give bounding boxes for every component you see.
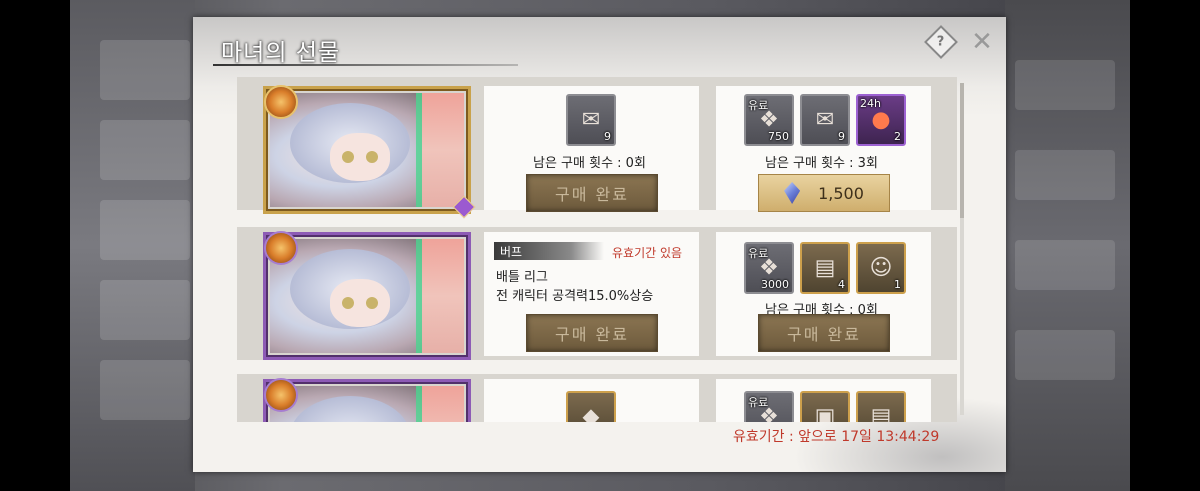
stone-icon: ◆: [582, 404, 600, 423]
reward-item[interactable]: ▣: [800, 391, 850, 422]
scrollbar-thumb[interactable]: [960, 83, 964, 218]
reward-item[interactable]: ❖ 유료: [744, 391, 794, 422]
book-icon: ▤: [870, 404, 892, 423]
mail-icon: ✉: [815, 107, 835, 133]
orb-icon: ●: [871, 107, 891, 133]
close-button[interactable]: ✕: [969, 29, 995, 55]
reward-item[interactable]: ▤: [856, 391, 906, 422]
character-portrait: [263, 85, 476, 219]
offer-row: 버프 유효기간 있음 배틀 리그 전 캐릭터 공격력15.0%상승 구매 완료 …: [237, 227, 957, 360]
validity-label: 유효기간 있음: [612, 246, 683, 260]
offer-card: 버프 유효기간 있음 배틀 리그 전 캐릭터 공격력15.0%상승 구매 완료: [484, 232, 699, 356]
background-right-menu: [1005, 0, 1130, 491]
offer-card: ✉ 9 남은 구매 횟수 : 0회 구매 완료: [484, 86, 699, 212]
list-scrollbar[interactable]: [960, 83, 964, 415]
purchase-complete-button[interactable]: 구매 완료: [526, 174, 658, 212]
offer-list[interactable]: ✉ 9 남은 구매 횟수 : 0회 구매 완료 ❖ 유료 750 ✉ 9 ● 2…: [237, 77, 957, 422]
reward-item[interactable]: ✉ 9: [566, 94, 616, 146]
offer-card: ❖ 유료 750 ✉ 9 ● 24h 2 남은 구매 횟수 : 3회 1,500: [716, 86, 931, 212]
crystal-currency-icon: [784, 182, 801, 204]
reward-item[interactable]: ◆: [566, 391, 616, 422]
medal-icon: [264, 378, 298, 412]
character-portrait: [263, 378, 471, 422]
title-underline: [213, 64, 518, 66]
mail-icon: ✉: [581, 107, 601, 133]
reward-item[interactable]: ● 24h 2: [856, 94, 906, 146]
help-icon: ?: [924, 25, 958, 59]
offer-card: ❖ 유료 ▣ ▤: [716, 379, 931, 422]
buff-badge: 버프: [494, 242, 604, 260]
background-left-menu: [70, 0, 195, 491]
book-icon: ▤: [814, 255, 836, 281]
help-button[interactable]: ?: [924, 25, 958, 59]
gift-shop-dialog: 마녀의 선물 ? ✕ ✉ 9 남은 구매 횟수 : 0회 구매 완료 ❖ 유료 …: [193, 17, 1006, 472]
purchase-complete-button[interactable]: 구매 완료: [758, 314, 890, 352]
chest-icon: ▣: [814, 404, 836, 423]
price-label: 1,500: [818, 183, 864, 203]
portrait-icon: ☺: [869, 255, 893, 281]
character-portrait: [263, 231, 471, 360]
reward-item[interactable]: ▤ 4: [800, 242, 850, 294]
reward-item[interactable]: ❖ 유료 3000: [744, 242, 794, 294]
reward-item[interactable]: ❖ 유료 750: [744, 94, 794, 146]
medal-icon: [264, 231, 298, 265]
remaining-purchases: 남은 구매 횟수 : 0회: [533, 156, 646, 171]
reward-item[interactable]: ✉ 9: [800, 94, 850, 146]
dialog-title: 마녀의 선물: [221, 40, 341, 66]
offer-row: ✉ 9 남은 구매 횟수 : 0회 구매 완료 ❖ 유료 750 ✉ 9 ● 2…: [237, 77, 957, 219]
buff-title: 배틀 리그: [496, 270, 548, 285]
offer-card: ◆: [484, 379, 699, 422]
offer-card: ❖ 유료 3000 ▤ 4 ☺ 1 남은 구매 횟수 : 0회 구매 완료: [716, 232, 931, 356]
remaining-purchases: 남은 구매 횟수 : 3회: [765, 156, 878, 171]
offer-row: ◆ ❖ 유료 ▣ ▤: [237, 374, 957, 422]
buy-button[interactable]: 1,500: [758, 174, 890, 212]
reward-item[interactable]: ☺ 1: [856, 242, 906, 294]
medal-icon: [264, 85, 298, 119]
expiry-timer: 유효기간 : 앞으로 17일 13:44:29: [733, 429, 940, 445]
buff-description: 전 캐릭터 공격력15.0%상승: [496, 289, 654, 304]
purchase-complete-button[interactable]: 구매 완료: [526, 314, 658, 352]
